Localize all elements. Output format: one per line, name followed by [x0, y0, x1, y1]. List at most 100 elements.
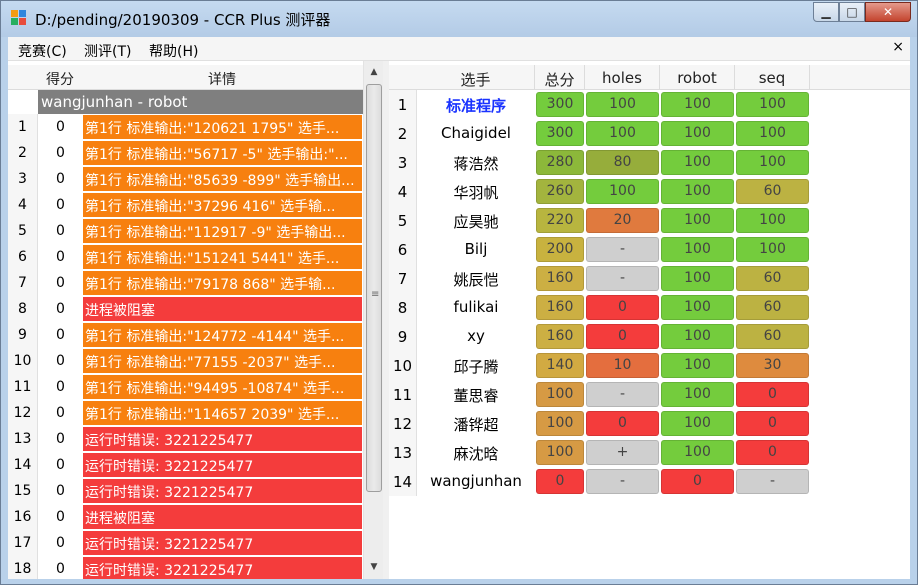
- contestant-row[interactable]: 6 Bilj 200-100 100: [389, 235, 910, 264]
- holes-cell[interactable]: 100: [586, 121, 659, 146]
- contestant-row[interactable]: 11 董思睿 100-100 0: [389, 380, 910, 409]
- holes-cell[interactable]: 20: [586, 208, 659, 233]
- scroll-up-icon[interactable]: ▲: [364, 64, 384, 81]
- detail-row[interactable]: 5 0 第1行 标准输出:"112917 -9" 选手输出...: [8, 218, 363, 244]
- detail-row[interactable]: 12 0 第1行 标准输出:"114657 2039" 选手...: [8, 400, 363, 426]
- contestant-row[interactable]: 13 麻沈晗 100 +100 0: [389, 438, 910, 467]
- scrollbar-thumb[interactable]: ≡: [366, 84, 382, 492]
- contestant-name[interactable]: 潘铧超: [417, 409, 535, 438]
- robot-column-header[interactable]: robot: [660, 65, 735, 90]
- contestant-row[interactable]: 4 华羽帆 260 100 100 60: [389, 177, 910, 206]
- robot-cell[interactable]: 100: [661, 411, 734, 436]
- contestant-name[interactable]: xy: [417, 322, 535, 351]
- maximize-button[interactable]: □: [839, 2, 865, 22]
- row-detail[interactable]: 第1行 标准输出:"79178 868" 选手输...: [83, 271, 362, 295]
- row-detail[interactable]: 第1行 标准输出:"56717 -5" 选手输出:"...: [83, 141, 362, 165]
- detail-row[interactable]: 8 0 进程被阻塞: [8, 296, 363, 322]
- holes-cell[interactable]: 0: [586, 411, 659, 436]
- robot-cell[interactable]: 100: [661, 440, 734, 465]
- contestant-name[interactable]: 麻沈晗: [417, 438, 535, 467]
- row-detail[interactable]: 进程被阻塞: [83, 505, 362, 529]
- close-document-icon[interactable]: ×: [892, 39, 904, 55]
- seq-cell[interactable]: 60: [736, 324, 809, 349]
- holes-cell[interactable]: -: [586, 382, 659, 407]
- detail-row[interactable]: 2 0 第1行 标准输出:"56717 -5" 选手输出:"...: [8, 140, 363, 166]
- robot-cell[interactable]: 100: [661, 324, 734, 349]
- detail-row[interactable]: 6 0 第1行 标准输出:"151241 5441" 选手...: [8, 244, 363, 270]
- contestant-row[interactable]: 10 邱子腾 140 10 100 30: [389, 351, 910, 380]
- seq-cell[interactable]: 0: [736, 440, 809, 465]
- row-detail[interactable]: 第1行 标准输出:"37296 416" 选手输...: [83, 193, 362, 217]
- contestant-row[interactable]: 12 潘铧超 100 0 100 0: [389, 409, 910, 438]
- detail-row[interactable]: 15 0 运行时错误: 3221225477: [8, 478, 363, 504]
- menu-judge[interactable]: 测评(T): [84, 41, 131, 61]
- holes-cell[interactable]: 10: [586, 353, 659, 378]
- row-detail[interactable]: 运行时错误: 3221225477: [83, 557, 362, 579]
- contestant-name[interactable]: 标准程序: [417, 90, 535, 119]
- robot-cell[interactable]: 100: [661, 121, 734, 146]
- robot-cell[interactable]: 100: [661, 150, 734, 175]
- row-detail[interactable]: 第1行 标准输出:"151241 5441" 选手...: [83, 245, 362, 269]
- holes-cell[interactable]: 100: [586, 179, 659, 204]
- detail-row[interactable]: 13 0 运行时错误: 3221225477: [8, 426, 363, 452]
- total-cell[interactable]: 200: [536, 237, 584, 262]
- menu-contest[interactable]: 竞赛(C): [18, 41, 67, 61]
- contestant-name[interactable]: 蒋浩然: [417, 148, 535, 177]
- holes-cell[interactable]: +: [586, 440, 659, 465]
- holes-cell[interactable]: -: [586, 469, 659, 494]
- robot-cell[interactable]: 100: [661, 266, 734, 291]
- robot-cell[interactable]: 100: [661, 353, 734, 378]
- contestant-row[interactable]: 2 Chaigidel 300 100 100 100: [389, 119, 910, 148]
- vertical-scrollbar[interactable]: ▲ ≡ ▼: [363, 61, 383, 579]
- total-cell[interactable]: 100: [536, 382, 584, 407]
- score-column-header[interactable]: 得分: [46, 69, 74, 89]
- contestant-name[interactable]: 应昊驰: [417, 206, 535, 235]
- row-detail[interactable]: 第1行 标准输出:"114657 2039" 选手...: [83, 401, 362, 425]
- contestant-row[interactable]: 5 应昊驰 220 20 100 100: [389, 206, 910, 235]
- seq-cell[interactable]: 60: [736, 179, 809, 204]
- seq-column-header[interactable]: seq: [735, 65, 810, 90]
- total-cell[interactable]: 160: [536, 295, 584, 320]
- robot-cell[interactable]: 100: [661, 382, 734, 407]
- contestant-row[interactable]: 14 wangjunhan 0-0-: [389, 467, 910, 496]
- row-detail[interactable]: 第1行 标准输出:"124772 -4144" 选手...: [83, 323, 362, 347]
- minimize-button[interactable]: ▁: [813, 2, 839, 22]
- row-detail[interactable]: 第1行 标准输出:"85639 -899" 选手输出...: [83, 167, 362, 191]
- title-bar[interactable]: D:/pending/20190309 - CCR Plus 测评器 ▁ □ ✕: [1, 1, 917, 37]
- detail-row[interactable]: 18 0 运行时错误: 3221225477: [8, 556, 363, 579]
- contestant-row[interactable]: 1 标准程序 300 100 100 100: [389, 90, 910, 119]
- detail-row[interactable]: 3 0 第1行 标准输出:"85639 -899" 选手输出...: [8, 166, 363, 192]
- contestant-row[interactable]: 8 fulikai 160 0 100 60: [389, 293, 910, 322]
- row-detail[interactable]: 第1行 标准输出:"94495 -10874" 选手...: [83, 375, 362, 399]
- contestant-name[interactable]: Chaigidel: [417, 119, 535, 148]
- contestant-name[interactable]: 姚辰恺: [417, 264, 535, 293]
- seq-cell[interactable]: 60: [736, 295, 809, 320]
- seq-cell[interactable]: 100: [736, 208, 809, 233]
- total-cell[interactable]: 220: [536, 208, 584, 233]
- robot-cell[interactable]: 100: [661, 92, 734, 117]
- contestant-name[interactable]: 董思睿: [417, 380, 535, 409]
- contestant-row[interactable]: 9 xy 160 0 100 60: [389, 322, 910, 351]
- detail-row[interactable]: 16 0 进程被阻塞: [8, 504, 363, 530]
- robot-cell[interactable]: 100: [661, 237, 734, 262]
- menu-help[interactable]: 帮助(H): [149, 41, 198, 61]
- detail-column-header[interactable]: 详情: [208, 69, 236, 89]
- robot-cell[interactable]: 100: [661, 179, 734, 204]
- contestant-row[interactable]: 3 蒋浩然 280 80 100 100: [389, 148, 910, 177]
- row-detail[interactable]: 运行时错误: 3221225477: [83, 531, 362, 555]
- detail-row[interactable]: 17 0 运行时错误: 3221225477: [8, 530, 363, 556]
- contestant-column-header[interactable]: 选手: [417, 65, 535, 90]
- total-column-header[interactable]: 总分: [535, 65, 585, 90]
- scroll-down-icon[interactable]: ▼: [364, 559, 384, 576]
- contestant-name[interactable]: 华羽帆: [417, 177, 535, 206]
- total-cell[interactable]: 300: [536, 121, 584, 146]
- holes-cell[interactable]: 0: [586, 295, 659, 320]
- detail-row[interactable]: 4 0 第1行 标准输出:"37296 416" 选手输...: [8, 192, 363, 218]
- total-cell[interactable]: 160: [536, 266, 584, 291]
- contestant-row[interactable]: 7 姚辰恺 160-100 60: [389, 264, 910, 293]
- row-detail[interactable]: 运行时错误: 3221225477: [83, 479, 362, 503]
- holes-cell[interactable]: -: [586, 266, 659, 291]
- close-button[interactable]: ✕: [865, 2, 911, 22]
- robot-cell[interactable]: 100: [661, 295, 734, 320]
- total-cell[interactable]: 140: [536, 353, 584, 378]
